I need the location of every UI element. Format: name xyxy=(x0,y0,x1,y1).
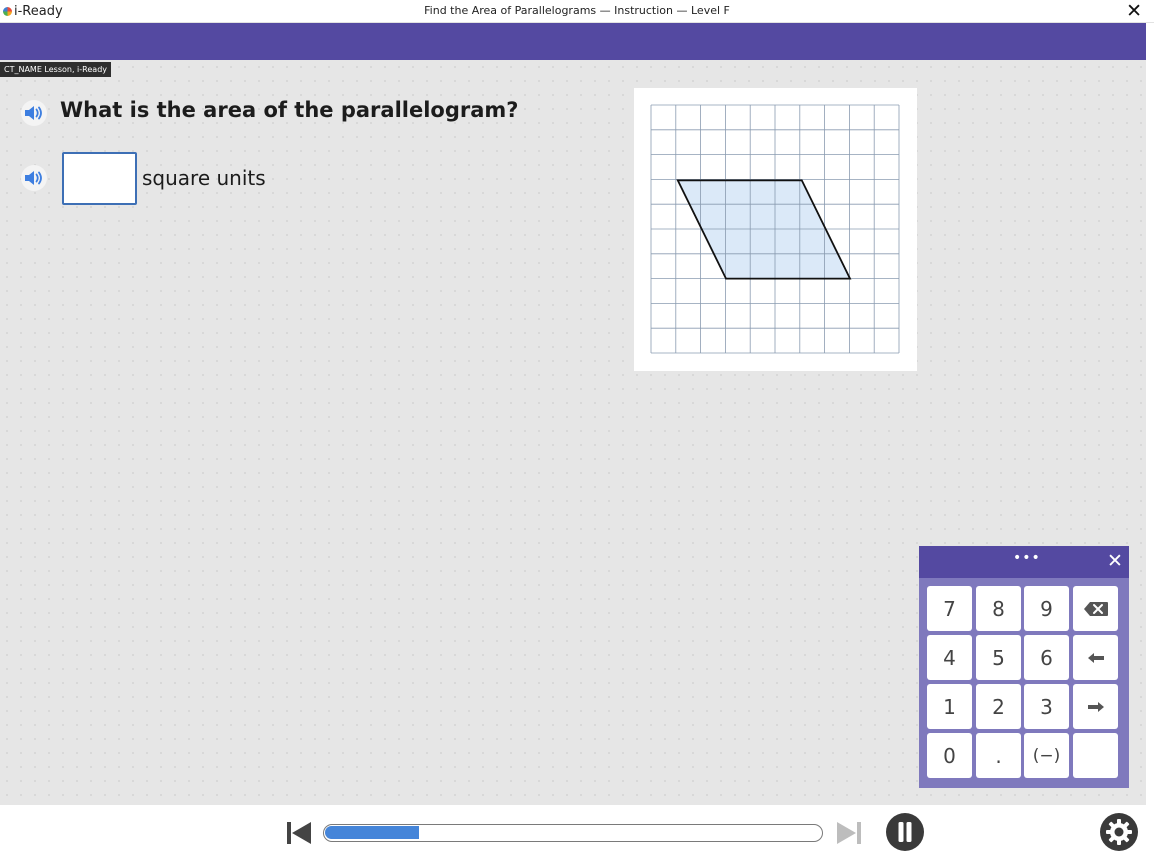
cursor-right-key[interactable] xyxy=(1073,684,1118,729)
key-decimal[interactable]: . xyxy=(976,733,1021,778)
key-0[interactable]: 0 xyxy=(927,733,972,778)
progress-fill xyxy=(325,826,419,839)
cursor-left-key[interactable] xyxy=(1073,635,1118,680)
speaker-icon xyxy=(25,171,42,185)
keypad-drag-handle[interactable]: ••• xyxy=(1013,550,1041,566)
answer-input[interactable] xyxy=(62,152,137,205)
key-5[interactable]: 5 xyxy=(976,635,1021,680)
pause-icon xyxy=(886,813,924,851)
settings-button[interactable] xyxy=(1100,813,1138,855)
gear-icon xyxy=(1100,813,1138,851)
parallelogram-figure xyxy=(650,104,900,354)
key-9[interactable]: 9 xyxy=(1024,586,1069,631)
arrow-right-icon xyxy=(1087,701,1104,712)
key-2[interactable]: 2 xyxy=(976,684,1021,729)
window-title: Find the Area of Parallelograms — Instru… xyxy=(424,4,730,17)
answer-audio-button[interactable] xyxy=(21,165,47,191)
skip-forward-button[interactable] xyxy=(836,821,862,849)
speaker-icon xyxy=(25,106,42,120)
key-6[interactable]: 6 xyxy=(1024,635,1069,680)
key-negative[interactable]: (−) xyxy=(1024,733,1069,778)
keypad-close-button[interactable]: ✕ xyxy=(1107,549,1123,573)
key-3[interactable]: 3 xyxy=(1024,684,1069,729)
key-blank[interactable] xyxy=(1073,733,1118,778)
key-8[interactable]: 8 xyxy=(976,586,1021,631)
key-4[interactable]: 4 xyxy=(927,635,972,680)
progress-bar[interactable] xyxy=(323,824,823,842)
arrow-left-icon xyxy=(1087,652,1104,663)
backspace-icon xyxy=(1083,601,1108,616)
key-1[interactable]: 1 xyxy=(927,684,972,729)
backspace-key[interactable] xyxy=(1073,586,1118,631)
skip-forward-icon xyxy=(837,822,861,844)
tooltip: CT_NAME Lesson, i-Ready xyxy=(0,62,111,77)
key-7[interactable]: 7 xyxy=(927,586,972,631)
question-text: What is the area of the parallelogram? xyxy=(60,98,519,122)
keypad-header[interactable]: ••• ✕ xyxy=(919,546,1129,578)
right-edge xyxy=(1146,23,1154,859)
pause-button[interactable] xyxy=(886,813,924,855)
question-audio-button[interactable] xyxy=(21,100,47,126)
header-band xyxy=(0,23,1146,60)
number-keypad: ••• ✕ 7 8 9 4 5 6 1 2 3 0 . (−) xyxy=(919,546,1129,788)
title-bar: i-Ready Find the Area of Parallelograms … xyxy=(0,0,1154,23)
skip-back-icon xyxy=(287,822,311,844)
units-label: square units xyxy=(142,166,266,190)
figure-card xyxy=(634,88,917,371)
close-window-button[interactable]: ✕ xyxy=(1126,0,1142,22)
skip-back-button[interactable] xyxy=(286,821,312,849)
